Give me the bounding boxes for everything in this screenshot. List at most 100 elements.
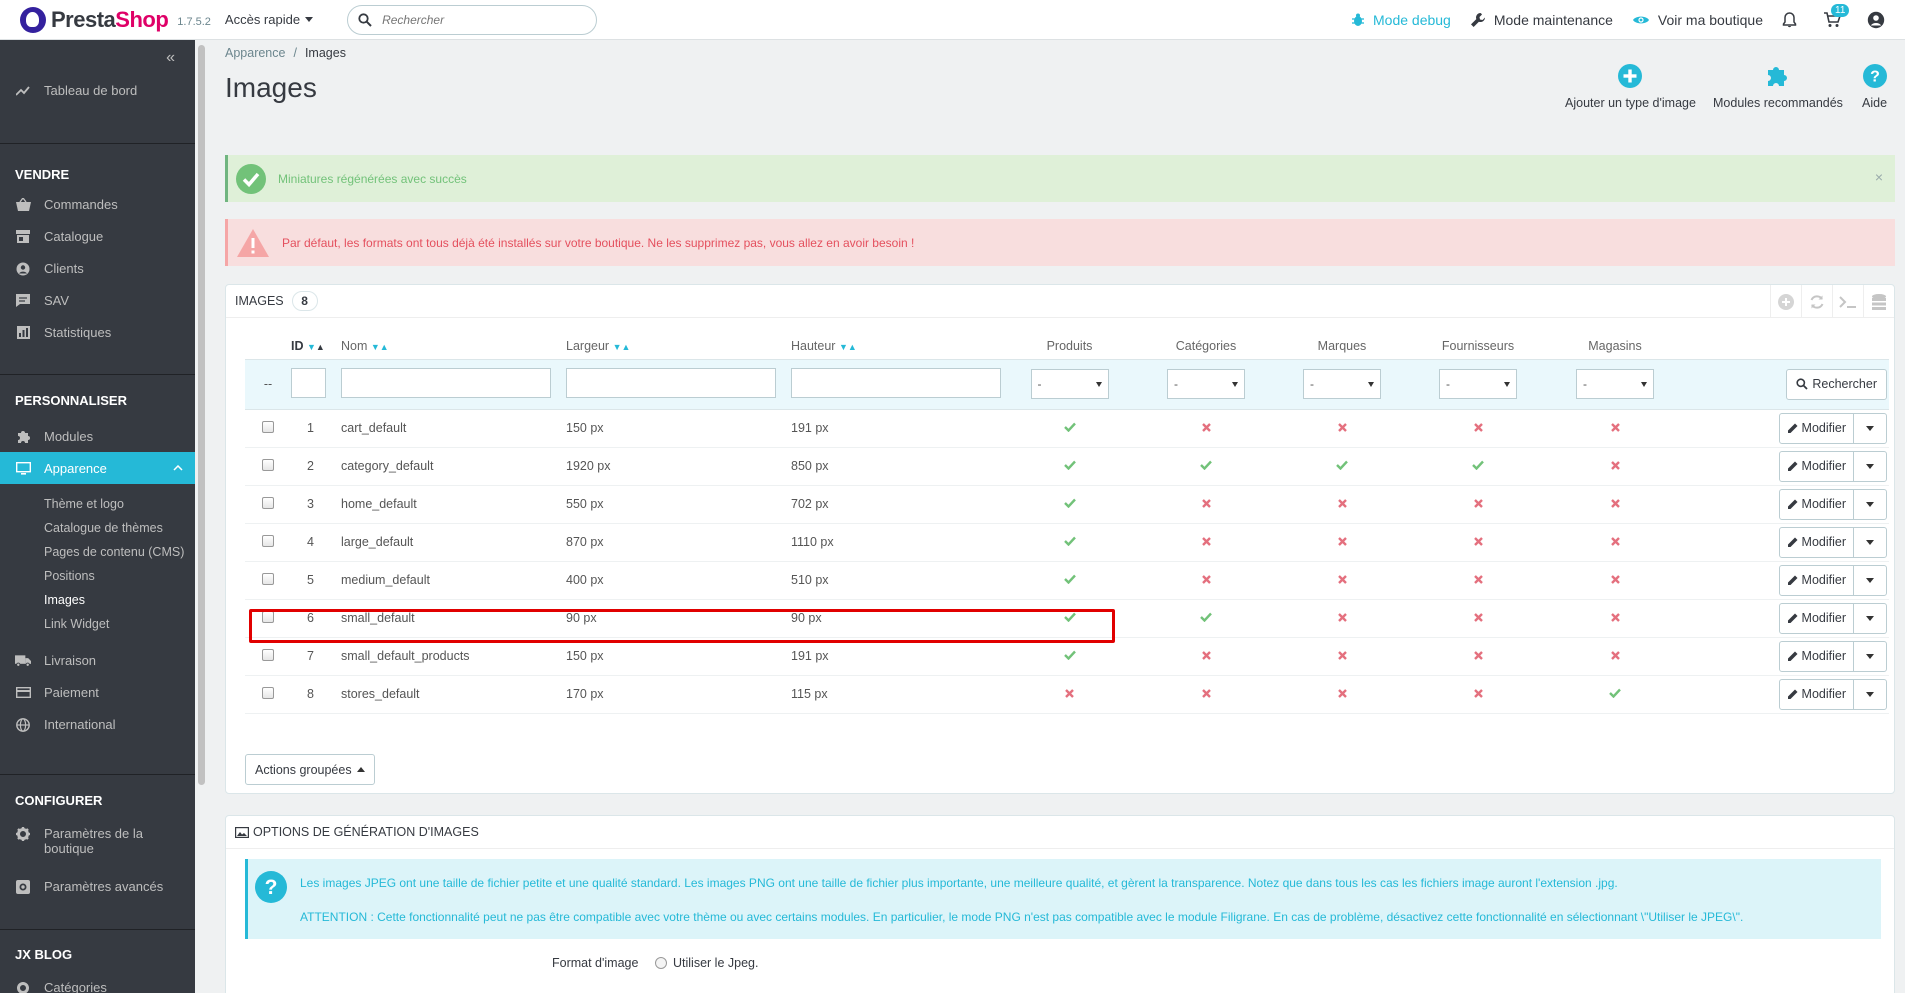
- notifications-button[interactable]: [1782, 12, 1797, 28]
- sidebar-subitem-positions[interactable]: Positions: [44, 569, 95, 583]
- header-search[interactable]: [347, 4, 598, 35]
- sidebar: « Tableau de bord VENDRE Commandes Catal…: [0, 40, 195, 993]
- edit-dropdown-toggle[interactable]: [1854, 604, 1886, 633]
- edit-button[interactable]: Modifier: [1780, 413, 1854, 443]
- user-account-button[interactable]: [1867, 11, 1885, 29]
- filter-width-input[interactable]: [566, 367, 776, 398]
- edit-button[interactable]: Modifier: [1780, 489, 1854, 519]
- row-checkbox[interactable]: [262, 458, 274, 471]
- column-header-id[interactable]: ID ▼▲: [291, 333, 341, 359]
- add-new-tool[interactable]: [1770, 285, 1801, 318]
- sidebar-item-shop-params[interactable]: Paramètres de la boutique: [0, 826, 195, 856]
- sidebar-subitem-cms[interactable]: Pages de contenu (CMS): [44, 545, 184, 559]
- cell-suppliers: [1410, 523, 1546, 562]
- sort-icon[interactable]: ▼▲: [613, 342, 631, 352]
- filter-id-input[interactable]: [291, 367, 326, 398]
- sidebar-subitem-link-widget[interactable]: Link Widget: [44, 617, 109, 631]
- format-jpeg-option[interactable]: Utiliser le Jpeg.: [655, 956, 758, 970]
- table-row[interactable]: 8 stores_default 170 px 115 px Modifier: [245, 675, 1889, 714]
- collapse-sidebar-icon[interactable]: «: [166, 49, 175, 67]
- filter-categories-select[interactable]: -: [1167, 369, 1245, 399]
- cart-button[interactable]: 11: [1823, 4, 1850, 28]
- sort-icon[interactable]: ▼▲: [839, 342, 857, 352]
- sidebar-subitem-theme-logo[interactable]: Thème et logo: [44, 497, 124, 511]
- edit-button[interactable]: Modifier: [1780, 527, 1854, 557]
- sidebar-item-international[interactable]: International: [0, 717, 195, 732]
- edit-button[interactable]: Modifier: [1780, 451, 1854, 481]
- export-tool[interactable]: [1863, 285, 1894, 318]
- sidebar-item-sav[interactable]: SAV: [0, 293, 195, 308]
- add-image-type-button[interactable]: Ajouter un type d'image: [1565, 62, 1696, 110]
- bulk-actions-button[interactable]: Actions groupées: [245, 754, 375, 785]
- wrench-icon: [1470, 12, 1486, 28]
- sidebar-subitem-theme-catalog[interactable]: Catalogue de thèmes: [44, 521, 163, 535]
- edit-button[interactable]: Modifier: [1780, 641, 1854, 671]
- table-row[interactable]: 2 category_default 1920 px 850 px Modifier: [245, 447, 1889, 486]
- sidebar-item-orders[interactable]: Commandes: [0, 197, 195, 212]
- edit-button[interactable]: Modifier: [1780, 679, 1854, 709]
- filter-brands-select[interactable]: -: [1303, 369, 1381, 399]
- view-shop-link[interactable]: Voir ma boutique: [1632, 12, 1763, 28]
- filter-height-input[interactable]: [791, 367, 1001, 398]
- search-input[interactable]: [382, 12, 573, 27]
- edit-button[interactable]: Modifier: [1780, 565, 1854, 595]
- cross-icon: [1610, 613, 1620, 622]
- sidebar-item-advanced-params[interactable]: Paramètres avancés: [0, 879, 195, 894]
- filter-stores-select[interactable]: -: [1576, 369, 1654, 399]
- column-header-brands: Marques: [1317, 338, 1367, 353]
- column-header-name[interactable]: Nom ▼▲: [341, 333, 566, 359]
- sidebar-item-blog-categories[interactable]: Catégories: [0, 980, 195, 993]
- sort-icon[interactable]: ▼▲: [371, 342, 389, 352]
- edit-dropdown-toggle[interactable]: [1854, 414, 1886, 443]
- row-checkbox[interactable]: [262, 420, 274, 433]
- sidebar-item-dashboard[interactable]: Tableau de bord: [0, 83, 195, 98]
- table-row[interactable]: 1 cart_default 150 px 191 px Modifier: [245, 409, 1889, 448]
- sidebar-item-modules[interactable]: Modules: [0, 429, 195, 444]
- recommended-modules-button[interactable]: Modules recommandés: [1713, 62, 1843, 110]
- table-row[interactable]: 5 medium_default 400 px 510 px Modifier: [245, 561, 1889, 600]
- table-row[interactable]: 4 large_default 870 px 1110 px Modifier: [245, 523, 1889, 562]
- sidebar-subitem-images[interactable]: Images: [44, 593, 85, 607]
- table-row[interactable]: 3 home_default 550 px 702 px Modifier: [245, 485, 1889, 524]
- row-checkbox[interactable]: [262, 648, 274, 661]
- search-button[interactable]: Rechercher: [1786, 368, 1887, 400]
- sidebar-item-payment[interactable]: Paiement: [0, 685, 195, 700]
- row-checkbox[interactable]: [262, 686, 274, 699]
- filter-products-select[interactable]: -: [1030, 369, 1109, 399]
- maintenance-mode-link[interactable]: Mode maintenance: [1470, 12, 1613, 28]
- row-checkbox[interactable]: [262, 534, 274, 547]
- sidebar-item-appearance[interactable]: Apparence: [0, 452, 195, 484]
- edit-dropdown-toggle[interactable]: [1854, 490, 1886, 519]
- refresh-tool[interactable]: [1801, 285, 1832, 318]
- edit-dropdown-toggle[interactable]: [1854, 528, 1886, 557]
- filter-name-input[interactable]: [341, 367, 551, 398]
- edit-dropdown-toggle[interactable]: [1854, 680, 1886, 709]
- edit-dropdown-toggle[interactable]: [1854, 566, 1886, 595]
- sidebar-scrollbar-thumb[interactable]: [198, 45, 205, 785]
- sidebar-item-catalog[interactable]: Catalogue: [0, 229, 195, 244]
- sidebar-item-stats[interactable]: Statistiques: [0, 325, 195, 340]
- edit-dropdown-toggle[interactable]: [1854, 452, 1886, 481]
- radio-button[interactable]: [655, 957, 667, 969]
- sidebar-item-customers[interactable]: Clients: [0, 261, 195, 276]
- row-checkbox[interactable]: [262, 572, 274, 585]
- filter-suppliers-select[interactable]: -: [1439, 369, 1517, 399]
- column-header-height[interactable]: Hauteur ▼▲: [791, 333, 1001, 359]
- edit-dropdown-toggle[interactable]: [1854, 642, 1886, 671]
- sidebar-item-shipping[interactable]: Livraison: [0, 653, 195, 668]
- prestashop-logo[interactable]: PrestaShop: [20, 6, 169, 33]
- debug-mode-link[interactable]: Mode debug: [1351, 12, 1451, 28]
- column-header-width[interactable]: Largeur ▼▲: [566, 333, 791, 359]
- breadcrumb-parent[interactable]: Apparence: [225, 46, 285, 60]
- help-button[interactable]: ? Aide: [1862, 62, 1887, 110]
- plus-circle-icon: [1778, 293, 1794, 310]
- monitor-icon: [15, 461, 31, 475]
- cell-suppliers: [1410, 637, 1546, 676]
- edit-button[interactable]: Modifier: [1780, 603, 1854, 633]
- sort-icon[interactable]: ▼▲: [307, 342, 325, 352]
- sql-query-tool[interactable]: [1832, 285, 1863, 318]
- close-icon[interactable]: ×: [1875, 169, 1883, 185]
- quick-access-dropdown[interactable]: Accès rapide: [225, 12, 314, 27]
- basket-icon: [15, 198, 31, 211]
- row-checkbox[interactable]: [262, 496, 274, 509]
